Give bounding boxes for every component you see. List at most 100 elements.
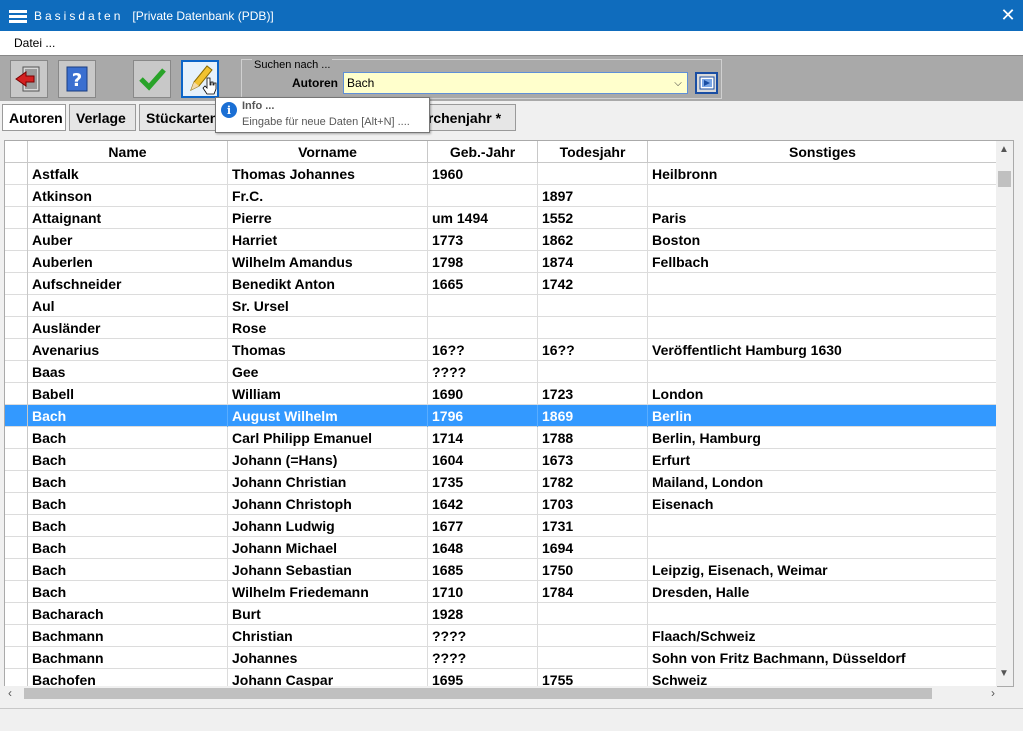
cell-todesjahr[interactable] [538, 603, 648, 625]
cell-todesjahr[interactable]: 1755 [538, 669, 648, 686]
cell-sonstiges[interactable]: Boston [648, 229, 998, 251]
cell-name[interactable]: Bachofen [28, 669, 228, 686]
cell-sonstiges[interactable]: Berlin [648, 405, 998, 427]
cell-name[interactable]: Bach [28, 471, 228, 493]
cell-name[interactable]: Atkinson [28, 185, 228, 207]
cell-vorname[interactable]: August Wilhelm [228, 405, 428, 427]
cell-geb-jahr[interactable]: ???? [428, 361, 538, 383]
cell-todesjahr[interactable]: 1782 [538, 471, 648, 493]
row-indicator[interactable] [5, 625, 28, 647]
cell-name[interactable]: Bachmann [28, 625, 228, 647]
column-header-sonstiges[interactable]: Sonstiges [648, 141, 998, 163]
row-indicator[interactable] [5, 383, 28, 405]
cell-todesjahr[interactable]: 1552 [538, 207, 648, 229]
cell-name[interactable]: Astfalk [28, 163, 228, 185]
cell-name[interactable]: Auberlen [28, 251, 228, 273]
table-row[interactable]: Bach Johann Ludwig 1677 1731 [5, 515, 998, 537]
row-indicator[interactable] [5, 361, 28, 383]
cell-vorname[interactable]: Thomas Johannes [228, 163, 428, 185]
cell-vorname[interactable]: Gee [228, 361, 428, 383]
cell-vorname[interactable]: Wilhelm Friedemann [228, 581, 428, 603]
cell-todesjahr[interactable]: 1723 [538, 383, 648, 405]
cell-name[interactable]: Bach [28, 427, 228, 449]
table-row[interactable]: Bach Wilhelm Friedemann 1710 1784 Dresden, H… [5, 581, 998, 603]
cell-todesjahr[interactable]: 1874 [538, 251, 648, 273]
cell-vorname[interactable]: Benedikt Anton [228, 273, 428, 295]
column-header-geb-jahr[interactable]: Geb.-Jahr [428, 141, 538, 163]
row-indicator[interactable] [5, 537, 28, 559]
cell-sonstiges[interactable] [648, 185, 998, 207]
cell-todesjahr[interactable]: 1731 [538, 515, 648, 537]
cell-todesjahr[interactable]: 1788 [538, 427, 648, 449]
cell-todesjahr[interactable] [538, 625, 648, 647]
cell-todesjahr[interactable]: 1750 [538, 559, 648, 581]
cell-geb-jahr[interactable]: 1690 [428, 383, 538, 405]
cell-name[interactable]: Bacharach [28, 603, 228, 625]
cell-geb-jahr[interactable]: 1648 [428, 537, 538, 559]
cell-todesjahr[interactable]: 1703 [538, 493, 648, 515]
cell-name[interactable]: Ausländer [28, 317, 228, 339]
cell-todesjahr[interactable] [538, 317, 648, 339]
table-row[interactable]: Bachmann Christian???? Flaach/Schweiz [5, 625, 998, 647]
cell-geb-jahr[interactable] [428, 185, 538, 207]
cell-geb-jahr[interactable]: 1677 [428, 515, 538, 537]
cell-vorname[interactable]: Rose [228, 317, 428, 339]
column-header-vorname[interactable]: Vorname [228, 141, 428, 163]
table-row[interactable]: Avenarius Thomas 16?? 16?? Veröffentlicht Ha… [5, 339, 998, 361]
cell-todesjahr[interactable]: 16?? [538, 339, 648, 361]
table-row[interactable]: Bach Johann Michael 1648 1694 [5, 537, 998, 559]
row-indicator[interactable] [5, 405, 28, 427]
table-row[interactable]: Bach Johann Christian 1735 1782 Mailand, Lon… [5, 471, 998, 493]
tab-autoren[interactable]: Autoren [2, 104, 66, 131]
cell-vorname[interactable]: Johann Christoph [228, 493, 428, 515]
chevron-down-icon[interactable]: ⌵ [670, 74, 686, 92]
cell-name[interactable]: Baas [28, 361, 228, 383]
cell-vorname[interactable]: Thomas [228, 339, 428, 361]
cell-todesjahr[interactable]: 1869 [538, 405, 648, 427]
row-indicator[interactable] [5, 427, 28, 449]
cell-vorname[interactable]: Sr. Ursel [228, 295, 428, 317]
cell-geb-jahr[interactable]: 1796 [428, 405, 538, 427]
cell-geb-jahr[interactable]: 1695 [428, 669, 538, 686]
cell-vorname[interactable]: Johann Sebastian [228, 559, 428, 581]
cell-name[interactable]: Bach [28, 449, 228, 471]
cell-sonstiges[interactable]: Sohn von Fritz Bachmann, Düsseldorf [648, 647, 998, 669]
cell-vorname[interactable]: Harriet [228, 229, 428, 251]
cell-vorname[interactable]: Fr.C. [228, 185, 428, 207]
tab-verlage[interactable]: Verlage [69, 104, 136, 131]
table-row[interactable]: Bachmann Johannes???? Sohn von Fritz Bachm… [5, 647, 998, 669]
cell-vorname[interactable]: Johann Caspar [228, 669, 428, 686]
cell-sonstiges[interactable] [648, 317, 998, 339]
cell-todesjahr[interactable] [538, 295, 648, 317]
row-indicator[interactable] [5, 339, 28, 361]
table-row[interactable]: Aufschneider Benedikt Anton 1665 1742 [5, 273, 998, 295]
table-row[interactable]: Astfalk Thomas Johannes 1960 Heilbronn [5, 163, 998, 185]
row-indicator[interactable] [5, 603, 28, 625]
cell-todesjahr[interactable]: 1673 [538, 449, 648, 471]
cell-geb-jahr[interactable]: 1710 [428, 581, 538, 603]
cell-sonstiges[interactable]: Flaach/Schweiz [648, 625, 998, 647]
cell-sonstiges[interactable]: Mailand, London [648, 471, 998, 493]
row-indicator[interactable] [5, 229, 28, 251]
cell-name[interactable]: Aufschneider [28, 273, 228, 295]
search-input[interactable] [343, 72, 688, 94]
row-indicator[interactable] [5, 317, 28, 339]
cell-geb-jahr[interactable]: um 1494 [428, 207, 538, 229]
row-indicator[interactable] [5, 581, 28, 603]
scroll-up-icon[interactable]: ▲ [999, 144, 1009, 155]
scroll-right-icon[interactable]: › [991, 686, 995, 700]
close-button[interactable]: ✕ [993, 0, 1023, 31]
cell-geb-jahr[interactable]: ???? [428, 647, 538, 669]
cell-vorname[interactable]: Johann Christian [228, 471, 428, 493]
cell-sonstiges[interactable] [648, 361, 998, 383]
tab-stueckarten[interactable]: Stückarten [139, 104, 227, 131]
table-row[interactable]: Babell William 1690 1723 London [5, 383, 998, 405]
cell-geb-jahr[interactable]: 1714 [428, 427, 538, 449]
table-row[interactable]: Atkinson Fr.C. 1897 [5, 185, 998, 207]
cell-geb-jahr[interactable]: 1665 [428, 273, 538, 295]
cell-name[interactable]: Babell [28, 383, 228, 405]
cell-vorname[interactable]: Pierre [228, 207, 428, 229]
cell-todesjahr[interactable] [538, 163, 648, 185]
cell-todesjahr[interactable]: 1862 [538, 229, 648, 251]
cell-name[interactable]: Bach [28, 515, 228, 537]
